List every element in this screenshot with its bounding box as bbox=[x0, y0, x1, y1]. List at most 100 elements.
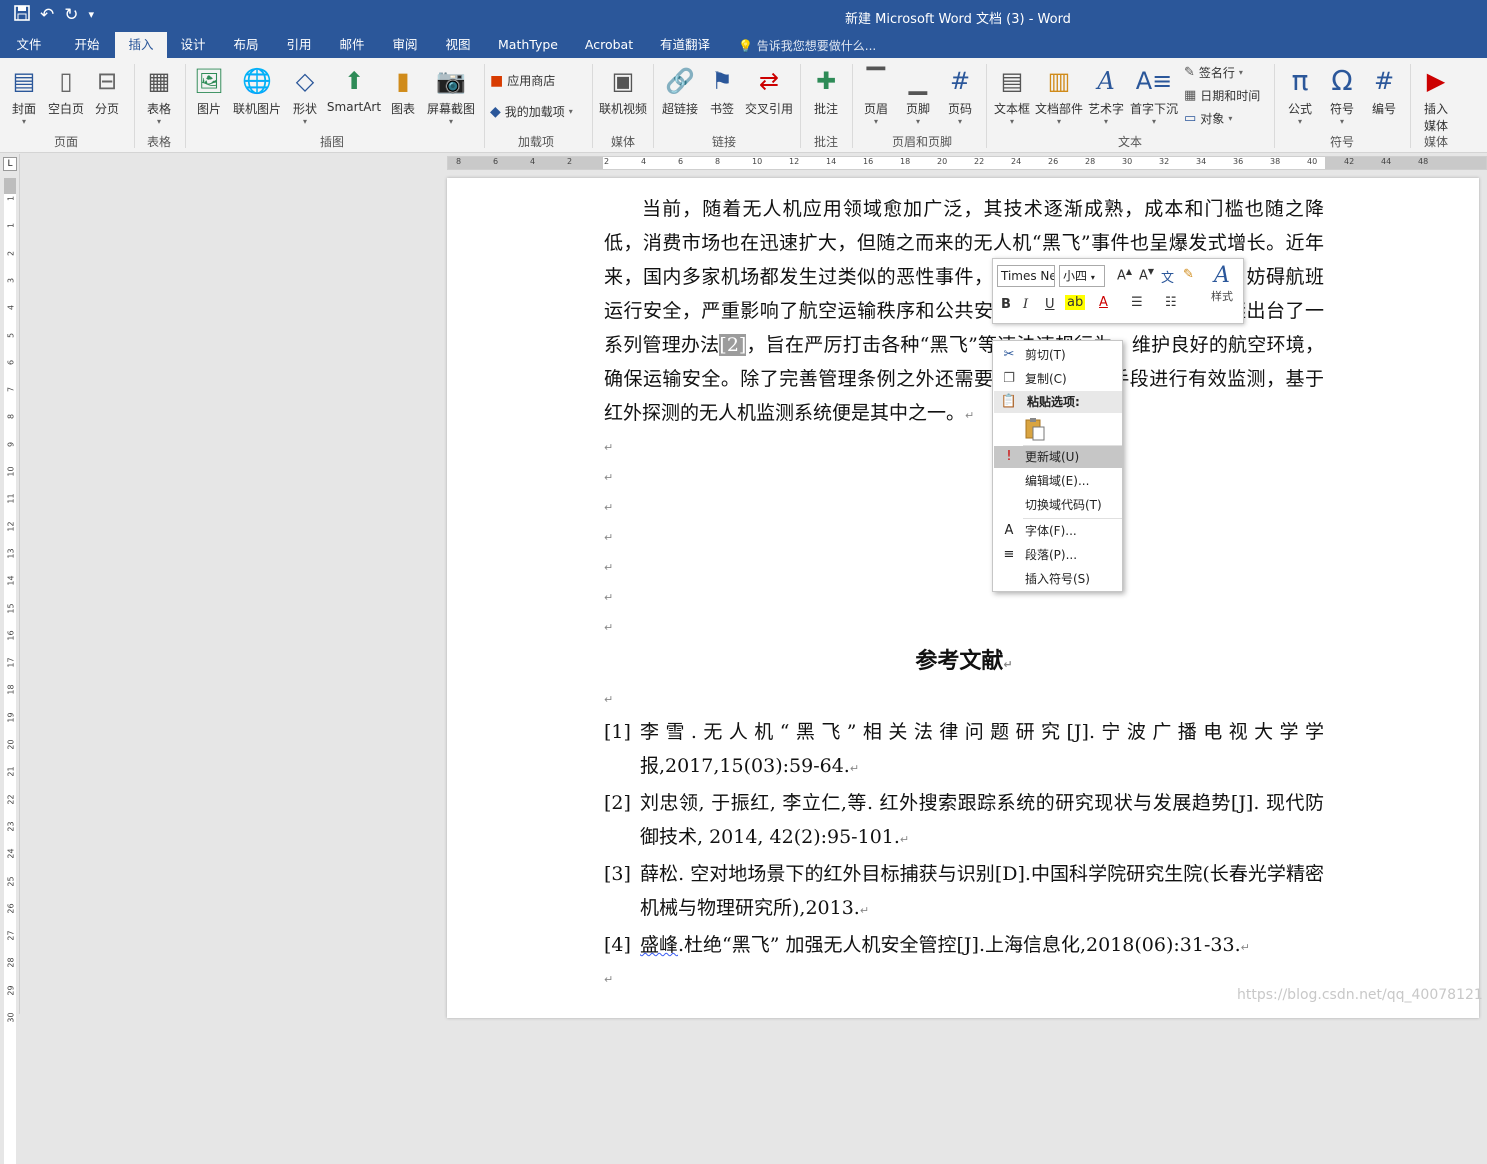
dropcap-button[interactable]: A≡ 首字下沉 ▾ bbox=[1128, 64, 1180, 126]
tab-insert[interactable]: 插入 bbox=[115, 32, 167, 58]
shapes-button[interactable]: ◇ 形状 ▾ bbox=[288, 64, 322, 126]
bookmark-button[interactable]: ⚑ 书签 bbox=[704, 64, 740, 117]
font-color-icon[interactable]: A bbox=[1099, 295, 1108, 310]
smartart-icon: ⬆ bbox=[343, 67, 365, 95]
empty-paragraph[interactable]: ↵ bbox=[604, 583, 1324, 613]
my-addins-button[interactable]: ◆ 我的加载项 ▾ bbox=[490, 103, 573, 120]
symbol-button[interactable]: Ω 符号 ▾ bbox=[1324, 64, 1360, 126]
screenshot-button[interactable]: 📷 屏幕截图 ▾ bbox=[424, 64, 478, 126]
footer-button[interactable]: ▁ 页脚 ▾ bbox=[900, 64, 936, 126]
insert-media-label-2: 媒体 bbox=[1423, 119, 1448, 133]
menu-item-font[interactable]: A 字体(F)... bbox=[994, 520, 1122, 542]
comment-button[interactable]: ✚ 批注 bbox=[806, 64, 846, 117]
spelling-flagged-word[interactable]: 盛峰 bbox=[640, 934, 678, 956]
header-button[interactable]: ▔ 页眉 ▾ bbox=[858, 64, 894, 126]
object-button[interactable]: ▭ 对象 ▾ bbox=[1184, 110, 1232, 127]
menu-item-toggle-field-codes[interactable]: 切换域代码(T) bbox=[994, 494, 1122, 516]
tab-file[interactable]: 文件 bbox=[8, 32, 50, 58]
menu-item-insert-symbol[interactable]: 插入符号(S) bbox=[994, 568, 1122, 590]
reference-item[interactable]: [2] 刘忠领, 于振红, 李立仁,等. 红外搜索跟踪系统的研究现状与发展趋势[J… bbox=[604, 786, 1324, 857]
font-size-box[interactable]: 小四 ▾ bbox=[1059, 265, 1105, 287]
online-video-button[interactable]: ▣ 联机视频 bbox=[598, 64, 648, 117]
grow-font-icon[interactable]: A▲ bbox=[1117, 267, 1132, 283]
blank-page-button[interactable]: ▯ 空白页 bbox=[46, 64, 86, 117]
table-button[interactable]: ▦ 表格 ▾ bbox=[140, 64, 178, 126]
empty-paragraph[interactable]: ↵ bbox=[604, 553, 1324, 583]
bullets-icon[interactable]: ☰ bbox=[1131, 295, 1143, 310]
cross-ref-button[interactable]: ⇄ 交叉引用 bbox=[744, 64, 794, 117]
tab-acrobat[interactable]: Acrobat bbox=[578, 32, 640, 58]
copy-icon: ❐ bbox=[1003, 371, 1015, 386]
references-heading[interactable]: 参考文献↵ bbox=[604, 639, 1324, 685]
page-number-button[interactable]: # 页码 ▾ bbox=[942, 64, 978, 126]
textbox-button[interactable]: ▤ 文本框 ▾ bbox=[992, 64, 1032, 126]
paste-keep-formatting-icon[interactable] bbox=[1023, 417, 1047, 441]
quick-parts-button[interactable]: ▥ 文档部件 ▾ bbox=[1034, 64, 1084, 126]
menu-item-update-field[interactable]: ! 更新域(U) bbox=[994, 446, 1122, 468]
reference-item[interactable]: [1] 李雪.无人机“黑飞”相关法律问题研究[J].宁波广播电视大学学报,2017… bbox=[604, 715, 1324, 786]
shrink-font-icon[interactable]: A▼ bbox=[1139, 267, 1154, 283]
tab-review[interactable]: 审阅 bbox=[382, 32, 428, 58]
italic-button[interactable]: I bbox=[1023, 297, 1028, 312]
empty-paragraph[interactable]: ↵ bbox=[604, 685, 1324, 715]
font-name-box[interactable]: Times New Roman bbox=[997, 265, 1055, 287]
tab-home[interactable]: 开始 bbox=[62, 32, 112, 58]
group-divider bbox=[484, 64, 485, 148]
picture-button[interactable]: 🖼 图片 bbox=[192, 64, 226, 117]
dropcap-icon: A≡ bbox=[1135, 67, 1173, 95]
empty-paragraph[interactable]: ↵ bbox=[604, 433, 1324, 463]
tab-view[interactable]: 视图 bbox=[435, 32, 481, 58]
ruler-tick-label: 4 bbox=[641, 157, 647, 166]
store-button[interactable]: ■ 应用商店 bbox=[490, 72, 555, 89]
tab-youdao[interactable]: 有道翻译 bbox=[652, 32, 718, 58]
bold-button[interactable]: B bbox=[1001, 297, 1011, 312]
empty-paragraph[interactable]: ↵ bbox=[604, 463, 1324, 493]
cover-button[interactable]: ▤ 封面 ▾ bbox=[6, 64, 42, 126]
equation-button[interactable]: π 公式 ▾ bbox=[1282, 64, 1318, 126]
number-button[interactable]: # 编号 bbox=[1366, 64, 1402, 117]
phonetic-guide-icon[interactable]: 文 bbox=[1161, 267, 1174, 286]
menu-item-cut[interactable]: ✂ 剪切(T) bbox=[994, 344, 1122, 366]
hyperlink-button[interactable]: 🔗 超链接 bbox=[660, 64, 700, 117]
ruler-tick-label: 16 bbox=[863, 157, 874, 166]
highlight-icon[interactable]: ab bbox=[1065, 295, 1086, 310]
ruler-tick-label: 11 bbox=[6, 493, 16, 504]
tab-references[interactable]: 引用 bbox=[276, 32, 322, 58]
tab-layout[interactable]: 布局 bbox=[223, 32, 269, 58]
tell-me-search[interactable]: 💡 告诉我您想要做什么... bbox=[738, 37, 876, 54]
tab-selector[interactable]: L bbox=[3, 157, 17, 171]
paragraph-mark: ↵ bbox=[849, 762, 860, 775]
document-page[interactable]: 当前，随着无人机应用领域愈加广泛，其技术逐渐成熟，成本和门槛也随之降低，消费市场… bbox=[447, 178, 1479, 1018]
menu-item-paragraph[interactable]: ≡ 段落(P)... bbox=[994, 544, 1122, 566]
underline-button[interactable]: U bbox=[1045, 297, 1055, 312]
tab-mailings[interactable]: 邮件 bbox=[329, 32, 375, 58]
page-break-button[interactable]: ⊟ 分页 bbox=[90, 64, 124, 117]
title-bar: ↶ ↻ ▾ 新建 Microsoft Word 文档 (3) - Word bbox=[0, 0, 1487, 32]
reference-item[interactable]: [3] 薛松. 空对地场景下的红外目标捕获与识别[D].中国科学院研究生院(长春光… bbox=[604, 857, 1324, 928]
selected-citation-field[interactable]: [2] bbox=[719, 334, 747, 356]
format-painter-icon[interactable]: ✎ bbox=[1183, 267, 1194, 282]
empty-paragraph[interactable]: ↵ bbox=[604, 965, 1324, 995]
chart-button[interactable]: ▮ 图表 bbox=[386, 64, 420, 117]
smartart-label: SmartArt bbox=[326, 100, 382, 114]
numbering-icon[interactable]: ☷ bbox=[1165, 295, 1177, 310]
group-media-label: 媒体 bbox=[610, 135, 635, 149]
tab-design[interactable]: 设计 bbox=[170, 32, 216, 58]
styles-label: 样式 bbox=[1211, 290, 1233, 303]
datetime-button[interactable]: ▦ 日期和时间 bbox=[1184, 87, 1260, 104]
wordart-button[interactable]: A 艺术字 ▾ bbox=[1086, 64, 1126, 126]
reference-item[interactable]: [4] 盛峰.杜绝“黑飞” 加强无人机安全管控[J].上海信息化,2018(06)… bbox=[604, 928, 1324, 965]
ruler-tick-label: 20 bbox=[6, 739, 16, 750]
empty-paragraph[interactable]: ↵ bbox=[604, 493, 1324, 523]
menu-item-edit-field[interactable]: 编辑域(E)... bbox=[994, 470, 1122, 492]
menu-item-copy[interactable]: ❐ 复制(C) bbox=[994, 368, 1122, 390]
online-picture-button[interactable]: 🌐 联机图片 bbox=[232, 64, 282, 117]
chart-label: 图表 bbox=[390, 102, 415, 116]
tab-mathtype[interactable]: MathType bbox=[492, 32, 564, 58]
datetime-label: 日期和时间 bbox=[1200, 89, 1261, 103]
styles-button[interactable]: A 样式 bbox=[1205, 263, 1239, 304]
empty-paragraph[interactable]: ↵ bbox=[604, 523, 1324, 553]
smartart-button[interactable]: ⬆ SmartArt bbox=[326, 64, 382, 114]
insert-media-button[interactable]: ▶ 插入 媒体 bbox=[1416, 64, 1456, 134]
signature-line-button[interactable]: ✎ 签名行 ▾ bbox=[1184, 64, 1243, 81]
